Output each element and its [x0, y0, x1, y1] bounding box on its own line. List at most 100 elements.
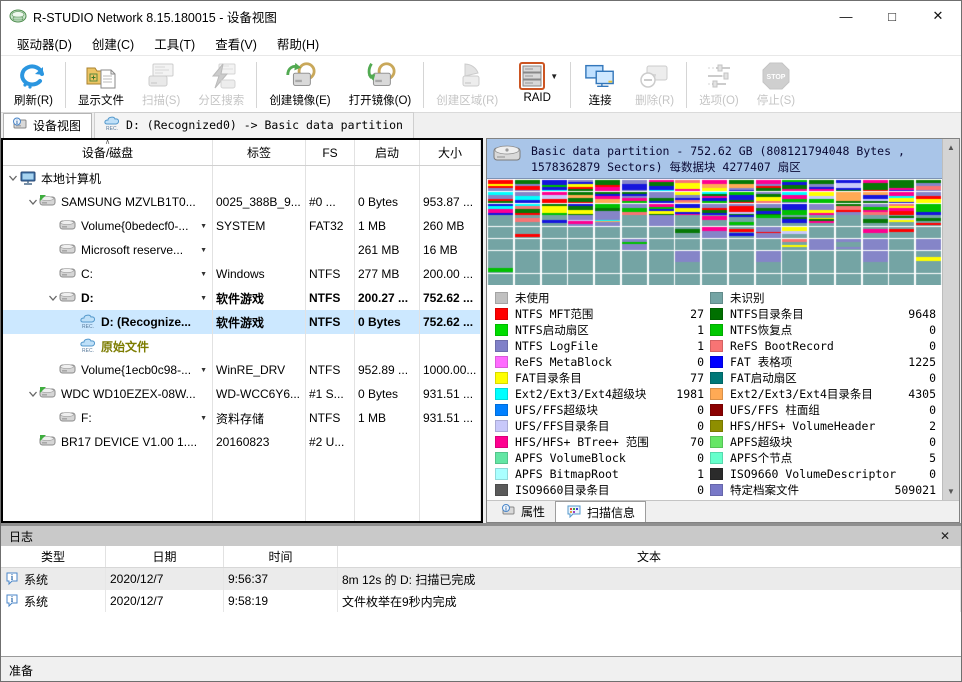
show-files-icon: [85, 61, 117, 91]
toolbar-button-7[interactable]: 打开镜像(O): [340, 58, 421, 112]
tree-row-0[interactable]: 本地计算机: [3, 166, 481, 190]
toolbar-separator: [686, 62, 687, 108]
menu-item-1[interactable]: 创建(C): [82, 31, 144, 56]
log-row-1[interactable]: i系统2020/12/79:58:19文件枚举在9秒内完成: [1, 590, 961, 612]
log-title-bar: 日志 ✕: [1, 526, 961, 546]
close-button[interactable]: ✕: [915, 1, 961, 31]
legend-left-item-7: UFS/FFS超级块0: [495, 402, 710, 418]
tree-cell-size: 752.62 ...: [420, 310, 481, 334]
scan-panel: Basic data partition - 752.62 GB (808121…: [486, 138, 960, 523]
tree-row-11[interactable]: BR17 DEVICE V1.00 1....20160823#2 U...: [3, 430, 481, 454]
tree-cell-boot: 261 MB: [355, 238, 420, 262]
tree-row-10[interactable]: F:▼资料存储NTFS1 MB931.51 ...: [3, 406, 481, 430]
legend-value: 9648: [908, 307, 942, 321]
scan-panel-tab-1[interactable]: 扫描信息: [555, 501, 646, 522]
tree-expander-icon[interactable]: [7, 174, 19, 182]
toolbar-button-label: 刷新(R): [14, 92, 53, 108]
maximize-button[interactable]: □: [869, 1, 915, 31]
log-column-header-3[interactable]: 文本: [338, 546, 961, 567]
tree-row-9[interactable]: WDC WD10EZEX-08W...WD-WCC6Y6...#1 S...0 …: [3, 382, 481, 406]
tree-row-3[interactable]: Microsoft reserve...▼261 MB16 MB: [3, 238, 481, 262]
tree-row-7[interactable]: REC.原始文件: [3, 334, 481, 358]
tree-column-header-0[interactable]: ∧设备/磁盘: [3, 140, 213, 165]
drive-phys-icon: [39, 434, 57, 450]
row-dropdown-icon[interactable]: ▼: [200, 247, 209, 254]
menu-item-4[interactable]: 帮助(H): [267, 31, 329, 56]
legend-label: HFS/HFS+ VolumeHeader: [730, 419, 875, 433]
scan-panel-scrollbar[interactable]: ▲ ▼: [942, 139, 959, 500]
menu-bar: 驱动器(D)创建(C)工具(T)查看(V)帮助(H): [1, 31, 961, 56]
tree-expander-icon[interactable]: [27, 198, 39, 206]
toolbar-button-10[interactable]: ▼RAID: [507, 58, 567, 112]
tree-column-header-2[interactable]: FS: [306, 140, 355, 165]
svg-text:REC.: REC.: [106, 126, 118, 131]
tree-cell-name: Volume{0bedecf0-...▼: [3, 214, 213, 238]
device-tree-panel: ∧设备/磁盘标签FS启动大小 本地计算机SAMSUNG MZVLB1T0...0…: [1, 138, 483, 523]
tree-row-1[interactable]: SAMSUNG MZVLB1T0...0025_388B_9...#0 ...0…: [3, 190, 481, 214]
log-close-icon[interactable]: ✕: [937, 529, 953, 543]
toolbar-button-0[interactable]: 刷新(R): [5, 58, 62, 112]
log-column-header-2[interactable]: 时间: [224, 546, 338, 567]
tree-cell-boot: 952.89 ...: [355, 358, 420, 382]
tree-cell-fs: NTFS: [306, 406, 355, 430]
menu-item-2[interactable]: 工具(T): [144, 31, 205, 56]
tree-row-2[interactable]: Volume{0bedecf0-...▼SYSTEMFAT321 MB260 M…: [3, 214, 481, 238]
cell-value: 软件游戏: [216, 314, 264, 331]
drive-icon: [59, 242, 77, 258]
tree-cell-fs: [306, 334, 355, 358]
toolbar-button-label: 显示文件: [78, 92, 124, 108]
device-name: BR17 DEVICE V1.00 1....: [61, 435, 197, 449]
tree-cell-name: REC.D: (Recognize...: [3, 310, 213, 334]
legend-left-item-12: ISO9660目录条目0: [495, 482, 710, 498]
log-column-header-0[interactable]: 类型: [1, 546, 106, 567]
toolbar-button-6[interactable]: 创建镜像(E): [260, 58, 339, 112]
tree-row-6[interactable]: REC.D: (Recognize...软件游戏NTFS0 Bytes752.6…: [3, 310, 481, 334]
tree-cell-fs: NTFS: [306, 286, 355, 310]
legend-label: ReFS MetaBlock: [515, 355, 612, 369]
tree-row-8[interactable]: Volume{1ecb0c98-...▼WinRE_DRVNTFS952.89 …: [3, 358, 481, 382]
row-dropdown-icon[interactable]: ▼: [200, 367, 209, 374]
tree-column-header-4[interactable]: 大小: [420, 140, 481, 165]
menu-item-0[interactable]: 驱动器(D): [7, 31, 82, 56]
legend-right-item-6: Ext2/Ext3/Ext4目录条目4305: [710, 386, 942, 402]
legend-left-item-6: Ext2/Ext3/Ext4超级块1981: [495, 386, 710, 402]
log-cell-type: i系统: [1, 590, 106, 612]
scan-panel-tab-0[interactable]: i属性: [491, 501, 555, 522]
legend-value: 2: [929, 419, 942, 433]
tree-row-5[interactable]: D:▼软件游戏NTFS200.27 ...752.62 ...: [3, 286, 481, 310]
menu-item-3[interactable]: 查看(V): [205, 31, 267, 56]
tree-expander-icon[interactable]: [47, 294, 59, 302]
toolbar-button-12[interactable]: 连接: [574, 58, 626, 112]
legend-color-swatch: [495, 356, 508, 368]
toolbar-button-9: 创建区域(R): [427, 58, 507, 112]
legend-color-swatch: [710, 372, 723, 384]
cell-value: 953.87 ...: [423, 195, 473, 209]
view-tab-0[interactable]: i设备视图: [3, 113, 92, 138]
row-dropdown-icon[interactable]: ▼: [200, 295, 209, 302]
row-dropdown-icon[interactable]: ▼: [200, 415, 209, 422]
log-column-header-1[interactable]: 日期: [106, 546, 224, 567]
partition-info-text: Basic data partition - 752.62 GB (808121…: [531, 142, 936, 175]
row-dropdown-icon[interactable]: ▼: [200, 271, 209, 278]
tree-cell-boot: 1 MB: [355, 214, 420, 238]
tree-expander-icon[interactable]: [27, 390, 39, 398]
tree-row-4[interactable]: C:▼WindowsNTFS277 MB200.00 ...: [3, 262, 481, 286]
tree-cell-boot: [355, 334, 420, 358]
cell-value: NTFS: [309, 363, 340, 377]
scroll-up-icon[interactable]: ▲: [943, 139, 960, 156]
scroll-down-icon[interactable]: ▼: [943, 483, 960, 500]
toolbar-button-2[interactable]: 显示文件: [69, 58, 133, 112]
tree-column-header-3[interactable]: 启动: [355, 140, 420, 165]
view-tab-1[interactable]: REC.D: (Recognized0) -> Basic data parti…: [94, 112, 414, 138]
log-row-0[interactable]: i系统2020/12/79:56:378m 12s 的 D: 扫描已完成: [1, 568, 961, 590]
tree-column-header-1[interactable]: 标签: [213, 140, 306, 165]
dropdown-arrow-icon[interactable]: ▼: [550, 72, 558, 81]
delete-icon: [639, 61, 671, 91]
svg-text:REC.: REC.: [82, 348, 94, 353]
refresh-icon: [17, 61, 49, 91]
toolbar-separator: [570, 62, 571, 108]
row-dropdown-icon[interactable]: ▼: [200, 223, 209, 230]
tree-cell-label: 软件游戏: [213, 286, 306, 310]
minimize-button[interactable]: —: [823, 1, 869, 31]
scan-block-map[interactable]: [487, 179, 942, 285]
